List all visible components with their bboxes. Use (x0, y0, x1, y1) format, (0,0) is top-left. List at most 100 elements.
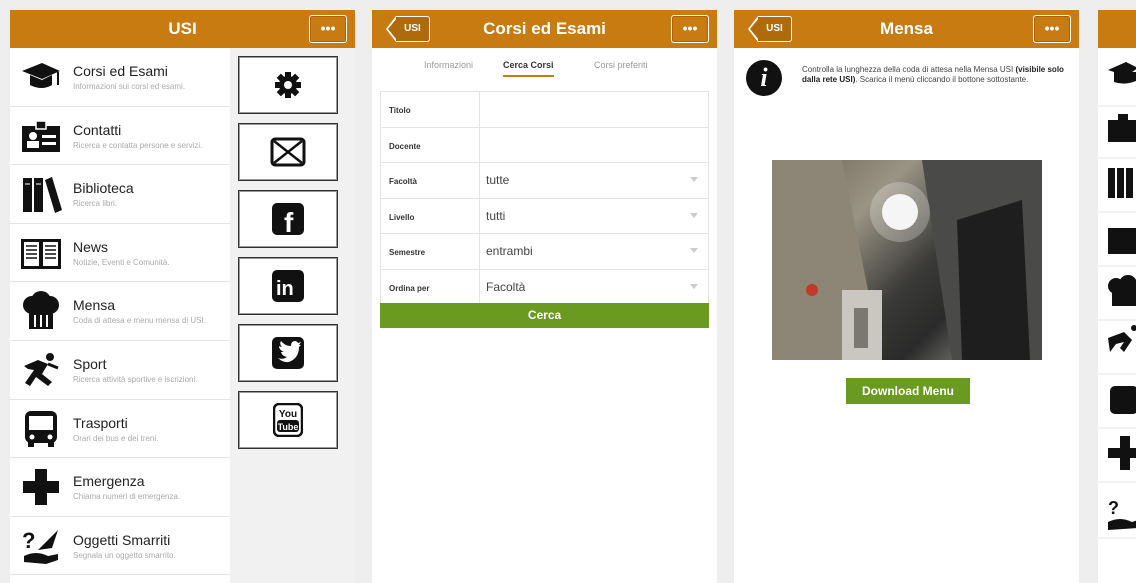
tab-cerca-corsi[interactable]: Cerca Corsi (503, 60, 554, 77)
menu-item-label: Sport (73, 355, 107, 372)
livello-select[interactable]: tutti (479, 198, 708, 233)
header-bar: USI ••• (10, 10, 355, 48)
graduation-cap-icon (22, 63, 60, 88)
chevron-down-icon (690, 283, 698, 289)
books-icon (23, 177, 62, 214)
twitter-icon (272, 337, 304, 369)
page-title: Mensa (880, 19, 933, 38)
form-row-docente: Docente (381, 127, 708, 163)
form-row-semestre: Semestre entrambi (381, 234, 708, 270)
menu-item-subtitle: Informazioni sui corsi ed esami. (73, 82, 186, 91)
download-menu-button[interactable]: Download Menu (846, 378, 970, 404)
facolta-select[interactable]: tutte (479, 163, 708, 198)
contact-card-icon (22, 119, 60, 152)
header-bar (1098, 10, 1136, 48)
tab-corsi-preferiti[interactable]: Corsi preferiti (594, 60, 648, 70)
field-value: tutti (486, 208, 506, 223)
menu-icons-partial: ? (1098, 62, 1136, 539)
info-text: Controlla la lunghezza della coda di att… (802, 65, 1064, 85)
more-options-button[interactable]: ••• (309, 15, 347, 43)
menu-item-label: Corsi ed Esami (73, 63, 168, 79)
menu-item-subtitle: Ricerca e contatta persone e servizi. (73, 140, 203, 150)
header-bar: USI Mensa ••• (734, 10, 1079, 48)
email-button[interactable] (238, 123, 338, 181)
menu-item-label: Contatti (73, 121, 122, 138)
svg-text:f: f (284, 207, 294, 236)
tab-bar: Informazioni Cerca Corsi Corsi preferiti (372, 48, 717, 80)
semestre-select[interactable]: entrambi (479, 234, 708, 269)
menu-item-label: Trasporti (73, 414, 128, 431)
ordina-select[interactable]: Facoltà (479, 269, 708, 305)
menu-item-news[interactable]: News Notizie, Eventi e Comunità. (10, 224, 230, 283)
runner-icon (24, 352, 59, 386)
menu-item-corsi[interactable]: Corsi ed Esami Informazioni sui corsi ed… (10, 48, 230, 107)
field-label: Semestre (389, 248, 426, 257)
home-screen: USI ••• Corsi ed Esami Informazioni sui … (10, 10, 355, 583)
menu-item-label: Biblioteca (73, 180, 134, 197)
more-options-button[interactable]: ••• (1033, 15, 1071, 43)
menu-item-subtitle: Ricerca libri. (73, 199, 118, 209)
menu-item-subtitle: Ricerca attività sportive e iscrizioni. (73, 374, 198, 384)
twitter-button[interactable] (238, 324, 338, 382)
field-label: Ordina per (389, 283, 430, 293)
field-label: Facoltà (389, 177, 418, 186)
tab-informazioni[interactable]: Informazioni (424, 60, 473, 70)
search-form: Titolo Docente Facoltà tutte Livello tut… (380, 91, 709, 306)
bus-icon (25, 410, 57, 447)
chef-hat-icon (23, 291, 59, 330)
form-row-livello: Livello tutti (381, 198, 708, 234)
menu-item-subtitle: Chiama numeri di emergenza. (73, 492, 181, 502)
facebook-button[interactable]: f (238, 190, 338, 248)
newspaper-icon (21, 238, 61, 269)
page-title: Corsi ed Esami (483, 19, 606, 38)
corsi-screen: USI Corsi ed Esami ••• Informazioni Cerc… (372, 10, 717, 583)
search-button[interactable]: Cerca (380, 303, 709, 328)
info-text-part: Controlla la lunghezza della coda di att… (802, 65, 1016, 74)
docente-input[interactable] (479, 127, 708, 162)
chevron-down-icon (690, 212, 698, 218)
info-icon: i (746, 60, 782, 96)
settings-button[interactable] (238, 56, 338, 114)
menu-item-subtitle: Segnala un oggetto smarrito. (73, 550, 176, 560)
main-menu: Corsi ed Esami Informazioni sui corsi ed… (10, 48, 230, 576)
menu-item-contatti[interactable]: Contatti Ricerca e contatta persone e se… (10, 107, 230, 166)
linkedin-button[interactable]: in (238, 257, 338, 315)
field-label: Titolo (389, 106, 411, 115)
field-value: tutte (486, 173, 510, 187)
svg-text:You: You (279, 409, 297, 420)
lost-found-icon: ? (22, 528, 58, 564)
cross-icon (23, 469, 59, 506)
menu-item-biblioteca[interactable]: Biblioteca Ricerca libri. (10, 165, 230, 224)
chevron-down-icon (690, 248, 698, 253)
menu-item-label: News (73, 238, 109, 255)
menu-item-subtitle: Coda di attesa e menu mensa di USI. (73, 316, 206, 326)
titolo-input[interactable] (479, 92, 708, 127)
menu-item-emergenza[interactable]: Emergenza Chiama numeri di emergenza. (10, 458, 230, 517)
mensa-screen: USI Mensa ••• i Controlla la lunghezza d… (734, 10, 1079, 583)
more-options-button[interactable]: ••• (671, 15, 709, 43)
social-sidebar: f in You Tube (230, 48, 355, 583)
queue-camera-image (772, 160, 1042, 360)
svg-text:Tube: Tube (278, 422, 299, 432)
header-bar: USI Corsi ed Esami ••• (372, 10, 717, 48)
svg-text:in: in (276, 278, 294, 300)
menu-item-trasporti[interactable]: Trasporti Orari dei bus e dei treni. (10, 400, 230, 459)
linkedin-icon: in (272, 270, 304, 302)
page-title: USI (168, 19, 197, 38)
menu-item-subtitle: Orari dei bus e dei treni. (73, 433, 159, 443)
youtube-button[interactable]: You Tube (238, 391, 338, 449)
info-text-part: . Scarica il menù cliccando il bottone s… (855, 75, 1029, 84)
menu-item-mensa[interactable]: Mensa Coda di attesa e menu mensa di USI… (10, 282, 230, 341)
menu-item-oggetti-smarriti[interactable]: ? Oggetti Smarriti Segnala un oggetto sm… (10, 517, 230, 576)
menu-item-sport[interactable]: Sport Ricerca attività sportive e iscriz… (10, 341, 230, 400)
menu-item-subtitle: Notizie, Eventi e Comunità. (73, 257, 170, 267)
youtube-icon: You Tube (273, 403, 303, 437)
field-label: Docente (389, 141, 421, 151)
form-row-ordina: Ordina per Facoltà (381, 269, 708, 305)
field-label: Livello (389, 212, 415, 222)
home-screen-partial: ? (1098, 10, 1136, 583)
menu-item-label: Oggetti Smarriti (73, 531, 171, 548)
gear-icon (275, 72, 301, 98)
question-mark-glyph: ? (1108, 498, 1119, 518)
camera-scene (772, 160, 1042, 360)
